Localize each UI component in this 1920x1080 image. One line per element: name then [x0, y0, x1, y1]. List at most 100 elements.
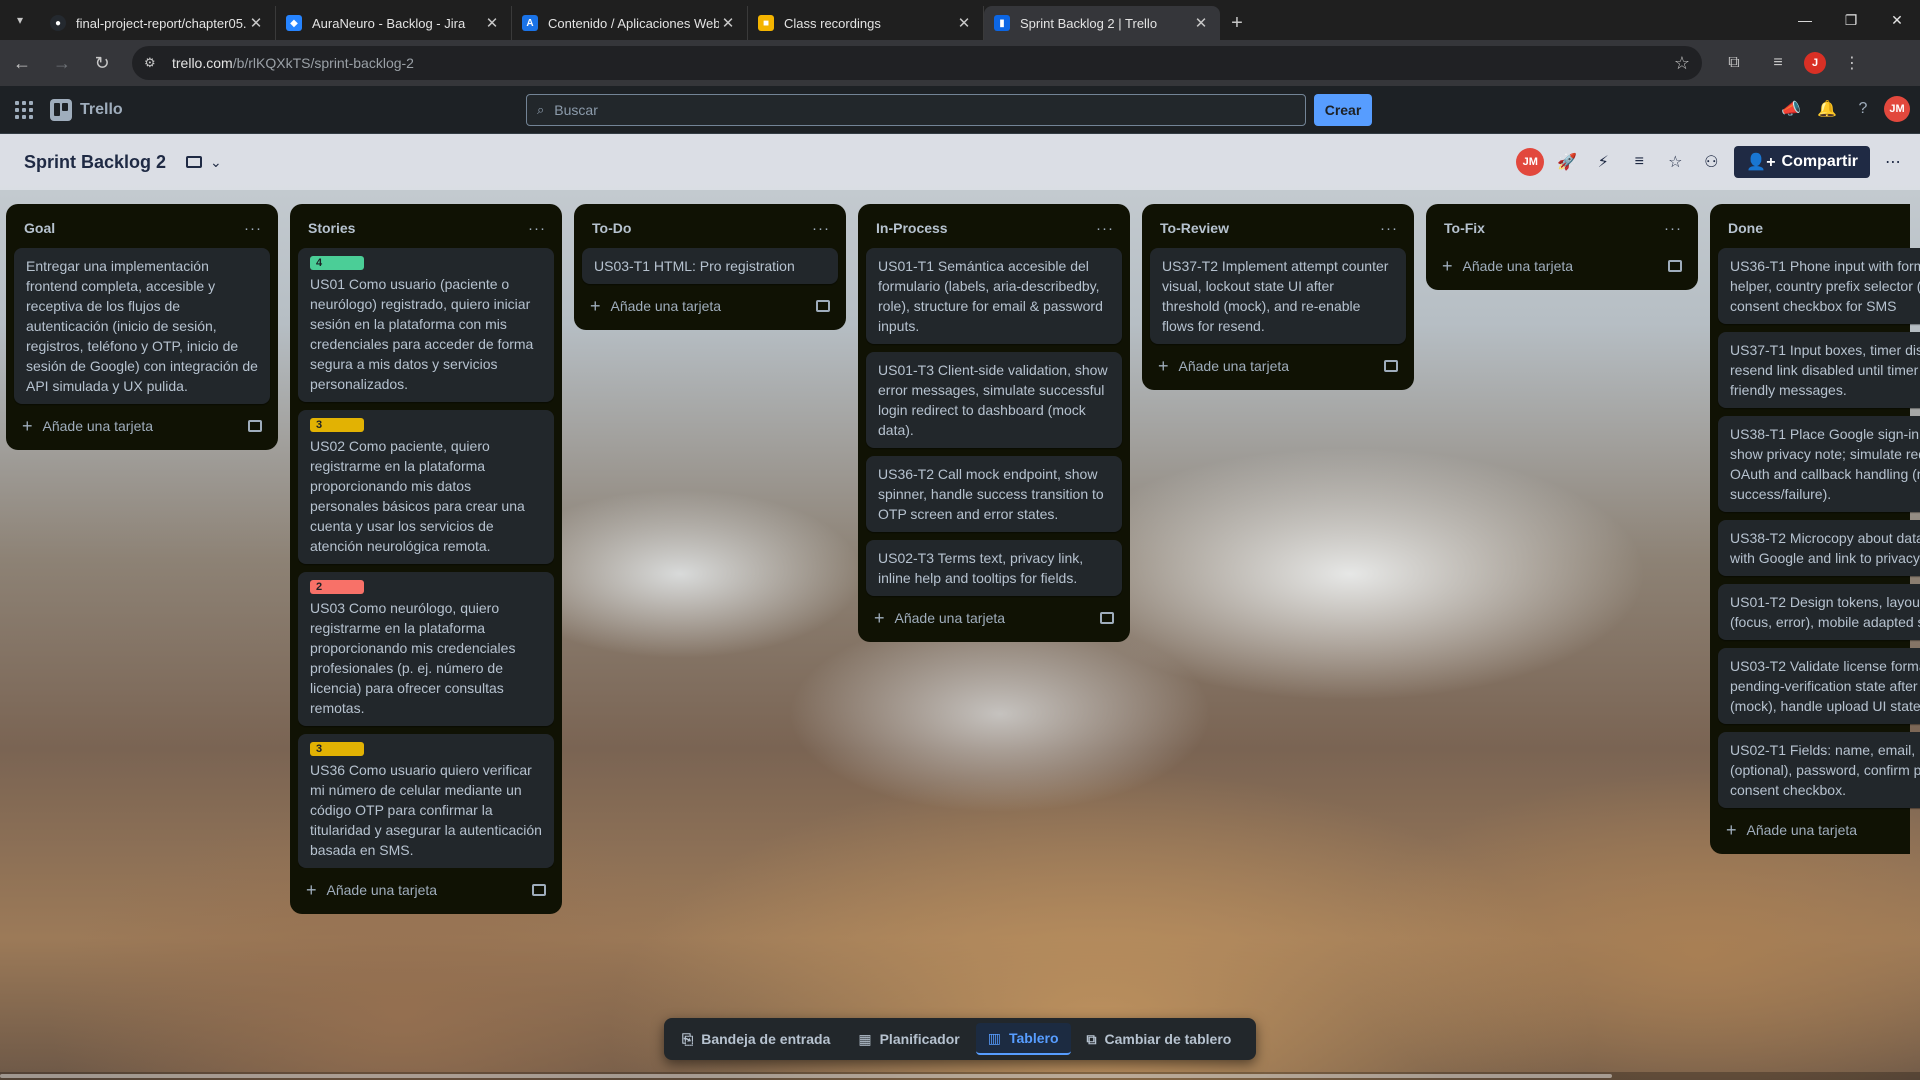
announcements-icon[interactable]: 📣 [1776, 94, 1806, 124]
add-card-button[interactable]: + Añade una tarjeta [582, 288, 838, 324]
card-label[interactable]: 4 [310, 256, 364, 270]
trello-logo[interactable]: Trello [50, 98, 123, 121]
card[interactable]: US37-T1 Input boxes, timer display, rese… [1718, 332, 1920, 408]
card-template-icon[interactable] [1668, 260, 1682, 272]
automation-icon[interactable]: ⚡ [1590, 147, 1616, 177]
media-controls-icon[interactable]: ≡ [1760, 45, 1796, 81]
app-switcher-icon[interactable] [8, 94, 40, 126]
list-title[interactable]: In-Process [876, 220, 948, 236]
card[interactable]: US36-T1 Phone input with formatting help… [1718, 248, 1920, 324]
plus-icon: + [1726, 819, 1737, 840]
card[interactable]: 2 US03 Como neurólogo, quiero registrarm… [298, 572, 554, 726]
card[interactable]: US03-T2 Validate license format, show pe… [1718, 648, 1920, 724]
close-tab-icon[interactable]: ✕ [483, 14, 501, 32]
board-button[interactable]: ▥ Tablero [975, 1023, 1071, 1055]
list-menu-icon[interactable]: ··· [812, 220, 830, 237]
board-menu-icon[interactable]: ⋯ [1880, 147, 1906, 177]
board-title[interactable]: Sprint Backlog 2 [24, 152, 166, 173]
minimize-icon[interactable]: — [1782, 0, 1828, 40]
add-card-button[interactable]: + Añade una tarjeta [298, 872, 554, 908]
list-menu-icon[interactable]: ··· [1380, 220, 1398, 237]
add-card-button[interactable]: + Añade una tarjeta [866, 600, 1122, 636]
close-tab-icon[interactable]: ✕ [1192, 14, 1210, 32]
list-menu-icon[interactable]: ··· [528, 220, 546, 237]
planner-button[interactable]: ▦ Planificador [846, 1023, 971, 1055]
card-template-icon[interactable] [248, 420, 262, 432]
scrollbar-thumb[interactable] [0, 1074, 1612, 1078]
list-title[interactable]: Goal [24, 220, 55, 236]
list-menu-icon[interactable]: ··· [244, 220, 262, 237]
card[interactable]: 4 US01 Como usuario (paciente o neurólog… [298, 248, 554, 402]
account-avatar[interactable]: JM [1884, 96, 1910, 122]
restore-icon[interactable]: ❐ [1828, 0, 1874, 40]
list-title[interactable]: To-Fix [1444, 220, 1485, 236]
card[interactable]: 3 US02 Como paciente, quiero registrarme… [298, 410, 554, 564]
back-icon[interactable]: ← [4, 45, 40, 81]
extensions-icon[interactable]: ⧉ [1716, 45, 1752, 81]
inbox-button[interactable]: ⎘ Bandeja de entrada [670, 1023, 842, 1055]
search-input[interactable]: ⌕ Buscar [526, 94, 1306, 126]
card[interactable]: US02-T3 Terms text, privacy link, inline… [866, 540, 1122, 596]
switch-board-button[interactable]: ⧉ Cambiar de tablero [1075, 1023, 1244, 1055]
card[interactable]: US36-T2 Call mock endpoint, show spinner… [866, 456, 1122, 532]
card-template-icon[interactable] [816, 300, 830, 312]
add-card-button[interactable]: + Añade una tarjeta [1718, 812, 1902, 848]
visibility-icon[interactable]: ⚇ [1698, 147, 1724, 177]
card-label[interactable]: 2 [310, 580, 364, 594]
create-button[interactable]: Crear [1314, 94, 1372, 126]
profile-avatar[interactable]: J [1804, 52, 1826, 74]
new-tab-icon[interactable]: + [1220, 6, 1254, 40]
share-button[interactable]: 👤+ Compartir [1734, 146, 1870, 178]
notifications-bell-icon[interactable]: 🔔 [1812, 94, 1842, 124]
card[interactable]: US38-T2 Microcopy about data shared with… [1718, 520, 1920, 576]
close-tab-icon[interactable]: ✕ [719, 14, 737, 32]
list-title[interactable]: Stories [308, 220, 355, 236]
card-template-icon[interactable] [1100, 612, 1114, 624]
browser-tab-active[interactable]: ▮ Sprint Backlog 2 | Trello ✕ [984, 6, 1220, 40]
browser-tab[interactable]: ● final-project-report/chapter05. ✕ [40, 6, 276, 40]
member-avatar[interactable]: JM [1516, 148, 1545, 176]
browser-menu-icon[interactable]: ⋮ [1834, 45, 1870, 81]
reload-icon[interactable]: ↻ [84, 45, 120, 81]
list-title[interactable]: To-Review [1160, 220, 1229, 236]
forward-icon[interactable]: → [44, 45, 80, 81]
board-view-switcher[interactable]: ⌄ [186, 154, 222, 171]
card[interactable]: Entregar una implementación frontend com… [14, 248, 270, 404]
card[interactable]: US01-T1 Semántica accesible del formular… [866, 248, 1122, 344]
close-window-icon[interactable]: ✕ [1874, 0, 1920, 40]
card[interactable]: US02-T1 Fields: name, email, phone (opti… [1718, 732, 1920, 808]
list-title[interactable]: Done [1728, 220, 1763, 236]
card[interactable]: US01-T2 Design tokens, layout states (fo… [1718, 584, 1920, 640]
close-tab-icon[interactable]: ✕ [247, 14, 265, 32]
card[interactable]: 3 US36 Como usuario quiero verificar mi … [298, 734, 554, 868]
power-ups-icon[interactable]: 🚀 [1554, 147, 1580, 177]
card-template-icon[interactable] [532, 884, 546, 896]
list-menu-icon[interactable]: ··· [1664, 220, 1682, 237]
browser-tab[interactable]: ■ Class recordings ✕ [748, 6, 984, 40]
browser-tab[interactable]: A Contenido / Aplicaciones Web ✕ [512, 6, 748, 40]
card-template-icon[interactable] [1384, 360, 1398, 372]
star-icon[interactable]: ☆ [1662, 147, 1688, 177]
bookmark-star-icon[interactable]: ☆ [1674, 53, 1690, 74]
horizontal-scrollbar[interactable] [0, 1072, 1920, 1080]
card[interactable]: US01-T3 Client-side validation, show err… [866, 352, 1122, 448]
trello-icon: ▮ [994, 15, 1010, 31]
card[interactable]: US37-T2 Implement attempt counter visual… [1150, 248, 1406, 344]
add-card-button[interactable]: + Añade una tarjeta [1434, 248, 1690, 284]
add-card-button[interactable]: + Añade una tarjeta [14, 408, 270, 444]
card-label[interactable]: 3 [310, 418, 364, 432]
address-bar[interactable]: ⚙ trello.com/b/rlKQXkTS/sprint-backlog-2… [132, 46, 1702, 80]
list-title[interactable]: To-Do [592, 220, 631, 236]
browser-tab[interactable]: ◆ AuraNeuro - Backlog - Jira ✕ [276, 6, 512, 40]
card-label[interactable]: 3 [310, 742, 364, 756]
card[interactable]: US38-T1 Place Google sign-in button, sho… [1718, 416, 1920, 512]
list-menu-icon[interactable]: ··· [1096, 220, 1114, 237]
add-card-button[interactable]: + Añade una tarjeta [1150, 348, 1406, 384]
site-info-icon[interactable]: ⚙ [144, 55, 162, 71]
close-tab-icon[interactable]: ✕ [955, 14, 973, 32]
filter-icon[interactable]: ≡ [1626, 147, 1652, 177]
board-icon: ▥ [987, 1029, 1001, 1046]
help-icon[interactable]: ? [1848, 94, 1878, 124]
card[interactable]: US03-T1 HTML: Pro registration [582, 248, 838, 284]
tab-search-icon[interactable]: ▾ [0, 0, 40, 40]
